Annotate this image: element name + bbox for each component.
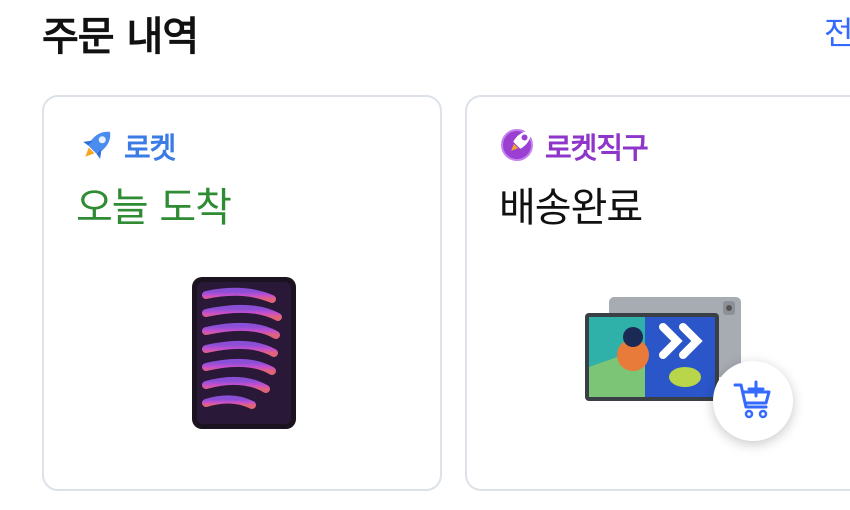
add-to-cart-button[interactable] xyxy=(713,361,793,441)
view-all-link[interactable]: 전 xyxy=(824,8,850,54)
badge-label: 로켓직구 xyxy=(545,131,649,165)
delivery-status: 배송완료 xyxy=(499,185,643,231)
cart-add-icon xyxy=(732,379,774,423)
order-card[interactable]: 로켓 오늘 도착 xyxy=(42,95,442,491)
page-title: 주문 내역 xyxy=(42,14,199,60)
rocket-icon xyxy=(76,125,120,167)
delivery-status: 오늘 도착 xyxy=(76,185,232,231)
ipad-product-image xyxy=(192,277,296,433)
order-card[interactable]: 로켓직구 배송완료 xyxy=(465,95,850,491)
delivery-badge: 로켓직구 xyxy=(499,125,649,167)
badge-label: 로켓 xyxy=(124,131,176,165)
delivery-badge: 로켓 xyxy=(76,125,176,167)
rocket-direct-icon xyxy=(499,125,541,167)
